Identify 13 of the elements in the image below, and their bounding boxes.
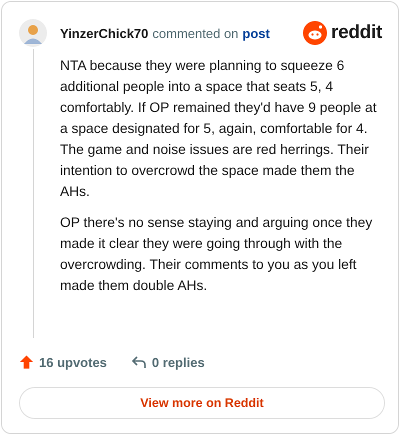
upvote-arrow-icon[interactable]: [19, 354, 34, 370]
avatar-icon: [19, 19, 47, 47]
action-text: commented on: [152, 26, 238, 40]
comment-paragraph: NTA because they were planning to squeeze 6 additional people into a space that seats 5, 4 comfortably. If OP remained they'd have 9 people at a space designated for 5, again, comfortable for 4. The game and noise issues are red herrings. Their intention to overcrowd the space made them the AHs.: [60, 57, 378, 201]
reply-count: 0 replies: [152, 354, 205, 370]
upvote-count: 16 upvotes: [39, 354, 107, 370]
brand-name: reddit: [331, 22, 382, 44]
post-link[interactable]: post: [242, 26, 270, 40]
view-more-button[interactable]: View more on Reddit: [19, 387, 385, 419]
reddit-logo-icon: [303, 21, 328, 45]
author-name[interactable]: YinzerChick70: [60, 26, 148, 40]
comment-paragraph: OP there's no sense staying and arguing once they made it clear they were going through with the overcrowding. Their comments to you as you left made them double AHs.: [60, 214, 374, 295]
reply-arrow-icon[interactable]: [130, 354, 147, 370]
